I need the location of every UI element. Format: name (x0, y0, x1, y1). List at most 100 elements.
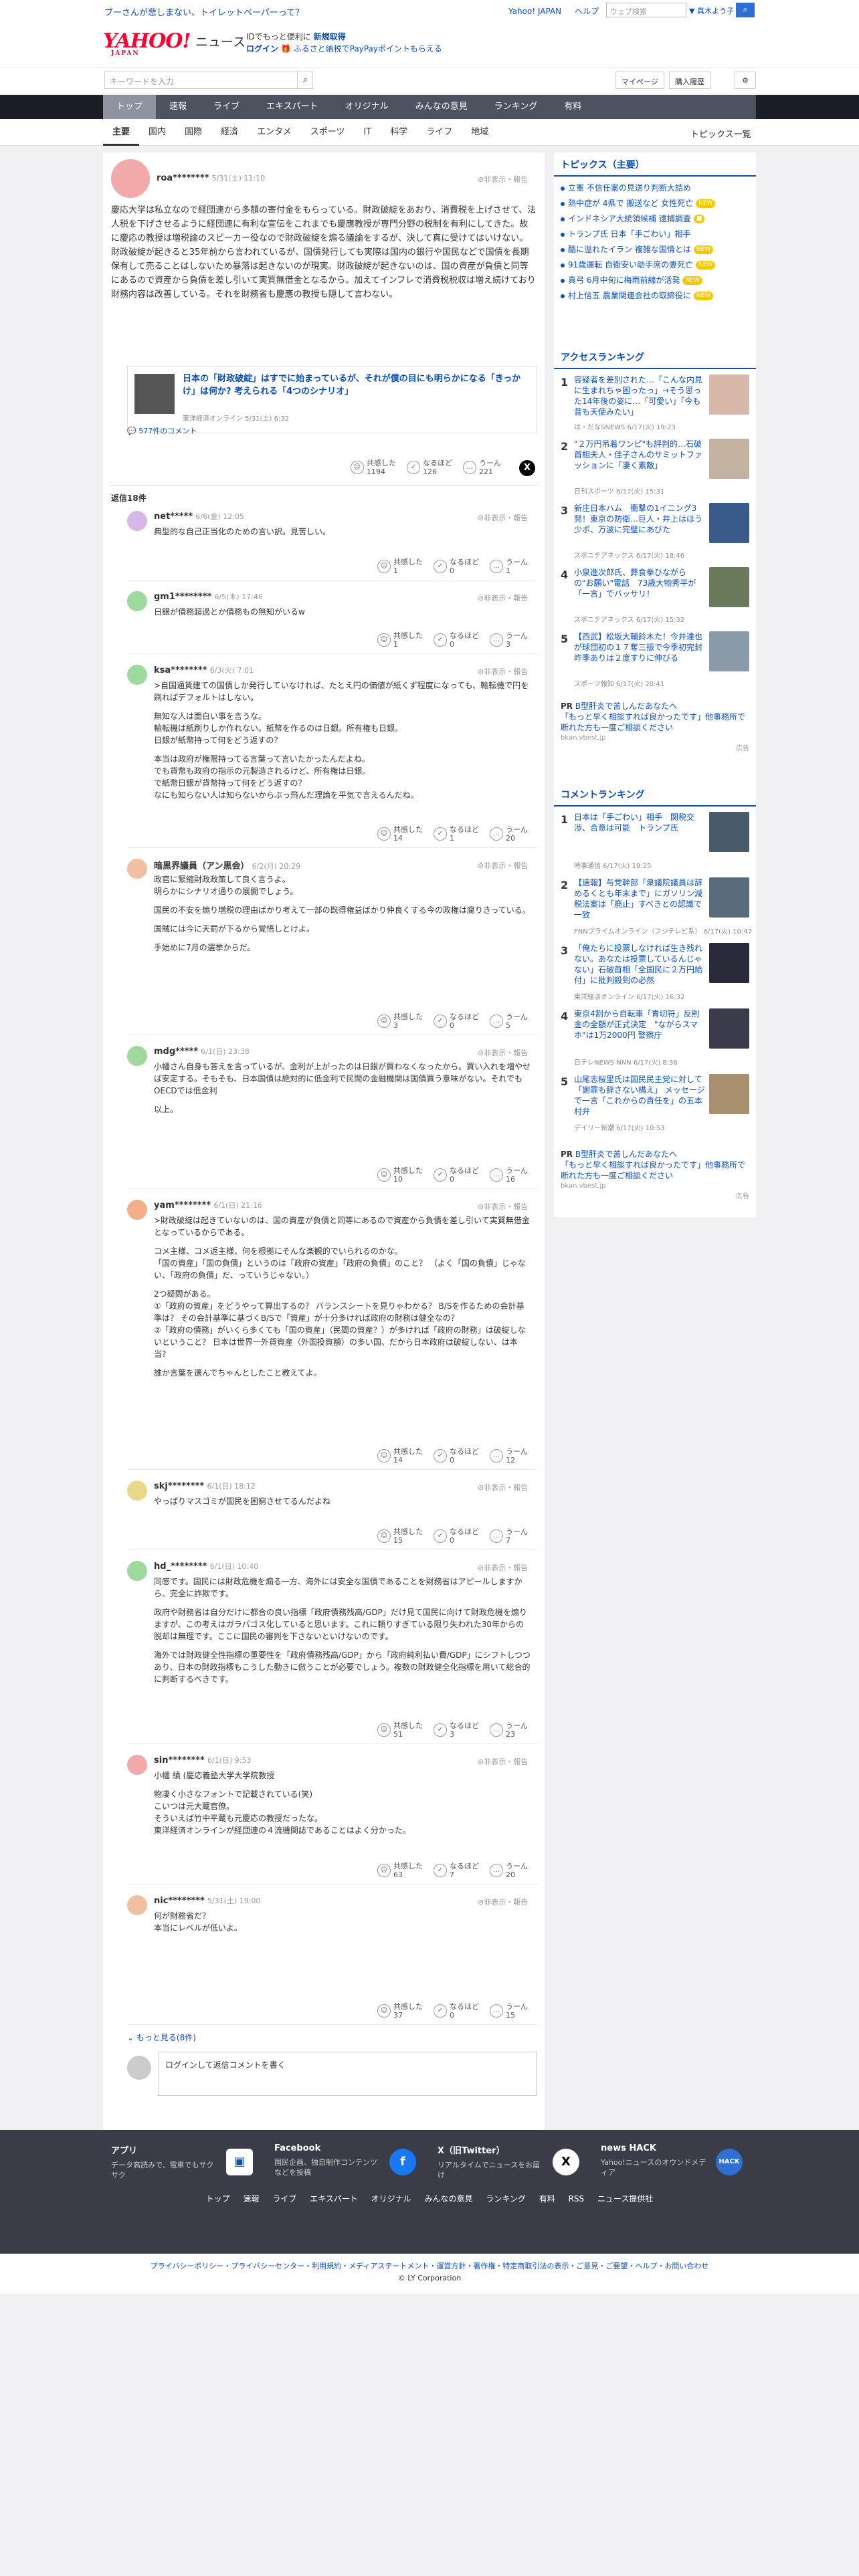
hmm-button[interactable]: … うーん 20 (490, 825, 528, 843)
comments-count-link[interactable]: 💬 577件のコメント (127, 425, 197, 436)
rank-title[interactable]: 山尾志桜里氏は国民民主党に対して「謝罪も辞さない構え」 メッセージで一言「これか… (574, 1074, 705, 1117)
topic-item[interactable]: 真弓 6月中旬に梅雨前線が活発 NEW (554, 273, 756, 288)
cat-life[interactable]: ライフ (417, 119, 462, 146)
news-search-input[interactable]: キーワードを入力 (104, 72, 313, 89)
hmm-button[interactable]: … うーん 3 (490, 631, 528, 649)
rank-title[interactable]: 新庄日本ハム 衝撃の1イニング3発！東京の防衛…巨人・井上はほう少ポ、万波に完璧… (574, 503, 705, 535)
hide-report-link[interactable]: ⊘非表示・報告 (478, 1201, 528, 1212)
hide-report-link[interactable]: ⊘非表示・報告 (478, 174, 528, 185)
nav-live[interactable]: ライブ (200, 95, 253, 119)
insight-button[interactable]: ✓ なるほど 1 (434, 825, 479, 843)
cat-domestic[interactable]: 国内 (139, 119, 175, 146)
nav-original[interactable]: オリジナル (332, 95, 402, 119)
ranking-item[interactable]: 3 新庄日本ハム 衝撃の1イニング3発！東京の防衛…巨人・井上はほう少ポ、万波に… (554, 503, 756, 562)
ranking-item[interactable]: 5 【西武】松坂大輔鈴木た！今井達也が球団初の１７奪三振で今季初完封 昨季ありは… (554, 631, 756, 690)
yahoo-logo[interactable]: YAHOO! JAPAN (103, 29, 191, 57)
insight-button[interactable]: ✓ なるほど 0 (434, 631, 479, 649)
topic-item[interactable]: 91歳運転 自衛安い助手席の妻死亡 NEW (554, 257, 756, 273)
cat-it[interactable]: IT (354, 119, 381, 146)
help-link[interactable]: ヘルプ (575, 7, 599, 16)
empathy-button[interactable]: ☺ 共感した 14 (377, 825, 423, 843)
insight-button[interactable]: ✓ なるほど 3 (434, 1721, 479, 1739)
footer-link-opinions[interactable]: みんなの意見 (424, 2194, 472, 2204)
hmm-button[interactable]: … うーん 20 (490, 1862, 528, 1879)
more-replies-button[interactable]: ⌄ もっと見る(8件) (127, 2032, 196, 2043)
insight-button[interactable]: ✓ なるほど 0 (434, 1447, 479, 1465)
reply-username[interactable]: hd_******** (154, 1562, 207, 1572)
empathy-button[interactable]: ☺ 共感した 1 (377, 631, 423, 649)
hmm-button[interactable]: … うーん 5 (490, 1012, 528, 1030)
insight-button[interactable]: ✓ なるほど 0 (434, 1166, 479, 1184)
news-search-button[interactable]: ⌕ (297, 72, 313, 89)
insight-button[interactable]: ✓ なるほど 0 (434, 1527, 479, 1545)
topics-list-link[interactable]: トピックス一覧 (690, 127, 751, 140)
hide-report-link[interactable]: ⊘非表示・報告 (478, 1562, 528, 1573)
footer-newshack-card[interactable]: news HACK Yahoo!ニュースのオウンドメディア HACK (601, 2143, 743, 2183)
rank-title[interactable]: 容疑者を差別された…「こんな内見に生まれちゃ困ったっ」→そう思った14年後の姿に… (574, 374, 705, 417)
ranking-item[interactable]: 1 日本は「手ごわい」相手 関税交渉、合意は可能 トランプ氏 時事通信 6/17… (554, 812, 756, 872)
reply-username[interactable]: skj******** (154, 1481, 204, 1491)
legal-links[interactable]: プライバシーポリシー・プライバシーセンター・利用規約・メディアステートメント・運… (0, 2260, 859, 2272)
insight-button[interactable]: ✓ なるほど 126 (407, 459, 452, 476)
cat-sports[interactable]: スポーツ (301, 119, 355, 146)
footer-link-rss[interactable]: RSS (569, 2194, 585, 2204)
footer-link-top[interactable]: トップ (206, 2194, 230, 2204)
reply-username[interactable]: 暗黒界議員（アン黒会） (154, 861, 249, 871)
register-link[interactable]: 新規取得 (314, 32, 346, 41)
yahoo-japan-link[interactable]: Yahoo! JAPAN (508, 7, 561, 16)
insight-button[interactable]: ✓ なるほど 0 (434, 2002, 479, 2020)
furusato-link[interactable]: ふるさと納税でPayPayポイントもらえる (294, 44, 442, 53)
rank-title[interactable]: 「俺たちに投票しなければ生き残れない。あなたは投票しているんじゃない」石破首相「… (574, 943, 705, 986)
cat-business[interactable]: 経済 (211, 119, 248, 146)
cat-local[interactable]: 地域 (462, 119, 498, 146)
nav-flash[interactable]: 速報 (156, 95, 200, 119)
cat-world[interactable]: 国際 (175, 119, 211, 146)
nav-top[interactable]: トップ (103, 95, 157, 119)
post-username[interactable]: roa******** (157, 173, 209, 183)
empathy-button[interactable]: ☺ 共感した 63 (377, 1862, 423, 1879)
cat-main[interactable]: 主要 (103, 119, 140, 146)
news-section-title[interactable]: ニュース (195, 32, 246, 50)
login-link[interactable]: ログイン (246, 44, 278, 53)
rank-title[interactable]: 【速報】与党幹部「衆議院議員は辞めるくとも年末まで」にガソリン減税法案は「廃止」… (574, 877, 705, 920)
hmm-button[interactable]: … うーん 23 (490, 1721, 528, 1739)
article-card[interactable]: 日本の「財政破綻」はすでに始まっているが、それが僕の目にも明らかになる「きっかけ… (127, 366, 537, 433)
nav-ranking[interactable]: ランキング (481, 95, 551, 119)
ranking-item[interactable]: 5 山尾志桜里氏は国民民主党に対して「謝罪も辞さない構え」 メッセージで一言「こ… (554, 1074, 756, 1134)
topic-item[interactable]: 村上信五 農業関連会社の取締役に NEW (554, 288, 756, 304)
hmm-button[interactable]: … うーん 221 (463, 459, 501, 476)
article-title[interactable]: 日本の「財政破綻」はすでに始まっているが、それが僕の目にも明らかになる「きっかけ… (183, 372, 531, 398)
topic-item[interactable]: 立憲 不信任案の見送り判断大詰め (554, 181, 756, 196)
hmm-button[interactable]: … うーん 12 (490, 1447, 528, 1465)
empathy-button[interactable]: ☺ 共感した 10 (377, 1166, 423, 1184)
ranking-item[interactable]: 2 "２万円吊着ワンピ"も評判的…石破首相夫人・佳子さんのサミットファッションに… (554, 439, 756, 498)
reply-input[interactable]: ログインして返信コメントを書く (158, 2052, 537, 2096)
rank-title[interactable]: 東京4割から自転車「青切符」反則金の全額が正式決定 "ながらスマホ"は1万200… (574, 1008, 705, 1041)
topic-item[interactable]: 酷に溢れたイラン 複雑な国情とは NEW (554, 242, 756, 257)
empathy-button[interactable]: ☺ 共感した 3 (377, 1012, 423, 1030)
hmm-button[interactable]: … うーん 1 (490, 558, 528, 575)
reply-username[interactable]: sin******** (154, 1755, 205, 1765)
topic-item[interactable]: インドネシア大統領候補 逮捕調査 ■ (554, 211, 756, 227)
hide-report-link[interactable]: ⊘非表示・報告 (478, 512, 528, 523)
hide-report-link[interactable]: ⊘非表示・報告 (478, 860, 528, 871)
hide-report-link[interactable]: ⊘非表示・報告 (478, 1047, 528, 1058)
footer-link-expert[interactable]: エキスパート (310, 2194, 358, 2204)
mypage-button[interactable]: マイページ (615, 72, 664, 89)
nav-paid[interactable]: 有料 (551, 95, 595, 119)
web-search-input[interactable]: ウェブ検索 (606, 3, 686, 17)
footer-link-original[interactable]: オリジナル (371, 2194, 411, 2204)
rank-title[interactable]: "２万円吊着ワンピ"も評判的…石破首相夫人・佳子さんのサミットファッションに「凄… (574, 439, 705, 471)
footer-app-card[interactable]: アプリ データ高読みで、電車でもサクサク ▣ (111, 2143, 253, 2183)
ranking-item[interactable]: 2 【速報】与党幹部「衆議院議員は辞めるくとも年末まで」にガソリン減税法案は「廃… (554, 877, 756, 938)
ranking-item[interactable]: 3 「俺たちに投票しなければ生き残れない。あなたは投票しているんじゃない」石破首… (554, 943, 756, 1003)
hide-report-link[interactable]: ⊘非表示・報告 (478, 1482, 528, 1493)
nav-expert[interactable]: エキスパート (253, 95, 332, 119)
empathy-button[interactable]: ☺ 共感した 1 (377, 558, 423, 575)
ranking-item[interactable]: 1 容疑者を差別された…「こんな内見に生まれちゃ困ったっ」→そう思った14年後の… (554, 374, 756, 433)
pr-ad[interactable]: PR B型肝炎で苦しんだあなたへ 「もっと早く相談すれば良かったです」他事務所で… (554, 701, 756, 754)
topic-item[interactable]: トランプ氏 日本「手ごわい」相手 (554, 227, 756, 242)
rank-title[interactable]: 小泉進次郎氏、葬食拳ひながらの"お願い"電話 73歳大物秀平が「一言」でバッサリ… (574, 567, 705, 599)
footer-x-card[interactable]: X（旧Twitter） リアルタイムでニュースをお届け X (438, 2143, 579, 2183)
pr-ad[interactable]: PR B型肝炎で苦しんだあなたへ 「もっと早く相談すれば良かったです」他事務所で… (554, 1149, 756, 1202)
